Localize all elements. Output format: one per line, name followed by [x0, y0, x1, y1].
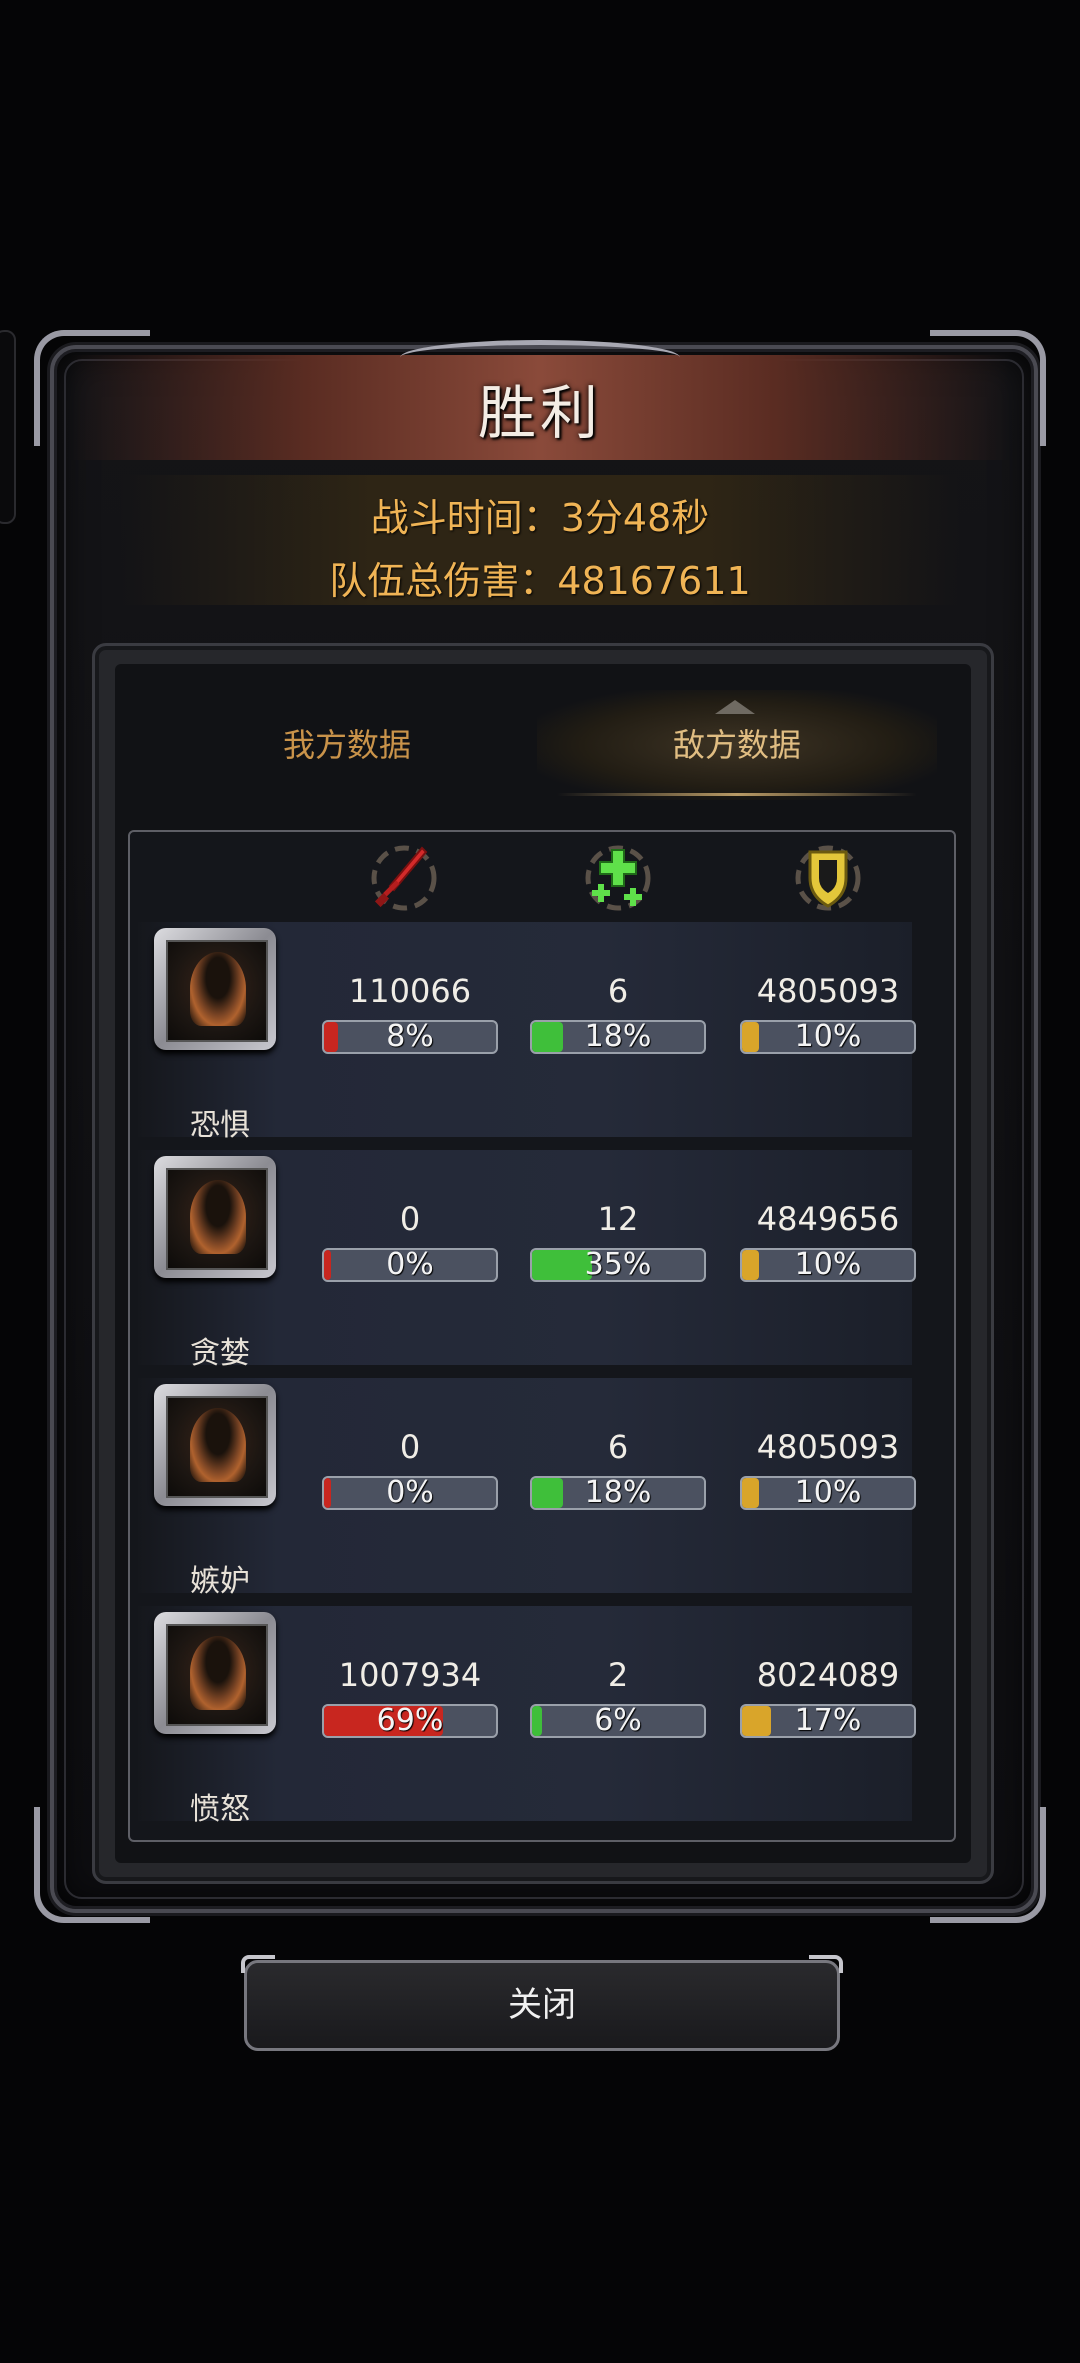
hero-avatar[interactable] [154, 928, 276, 1050]
percent-label: 10% [794, 1476, 862, 1510]
percent-label: 18% [584, 1476, 652, 1510]
stat-value: 0 [399, 1428, 421, 1466]
stat-value: 4805093 [756, 972, 900, 1010]
percent-bar: 6% [530, 1704, 706, 1738]
hero-name: 嫉妒 [190, 1564, 250, 1599]
stat-value: 0 [399, 1200, 421, 1238]
stat-value: 12 [597, 1200, 639, 1238]
stat-value: 2 [607, 1656, 629, 1694]
percent-bar: 0% [322, 1476, 498, 1510]
percent-label: 6% [594, 1704, 642, 1738]
percent-bar: 10% [740, 1248, 916, 1282]
stat-value: 6 [607, 1428, 629, 1466]
percent-bar: 35% [530, 1248, 706, 1282]
stat-value: 8024089 [756, 1656, 900, 1694]
percent-label: 10% [794, 1248, 862, 1282]
battle-result-screen: 胜利 战斗时间：3分48秒 队伍总伤害：48167611 我方数据 敌方数据 恐… [0, 0, 1080, 2363]
stat-value: 4805093 [756, 1428, 900, 1466]
result-title: 胜利 [477, 379, 602, 447]
percent-bar: 10% [740, 1476, 916, 1510]
stat-value: 4849656 [756, 1200, 900, 1238]
shield-icon [795, 845, 861, 911]
percent-label: 69% [376, 1704, 444, 1738]
percent-label: 18% [584, 1020, 652, 1054]
sword-icon [371, 845, 437, 911]
stat-value: 6 [607, 972, 629, 1010]
percent-label: 0% [386, 1476, 434, 1510]
percent-bar: 18% [530, 1020, 706, 1054]
percent-bar: 0% [322, 1248, 498, 1282]
hero-name: 愤怒 [190, 1792, 250, 1827]
hooded-figure-icon [190, 1408, 246, 1482]
hooded-figure-icon [190, 1180, 246, 1254]
hero-avatar[interactable] [154, 1612, 276, 1734]
hero-avatar[interactable] [154, 1384, 276, 1506]
close-button[interactable]: 关闭 [241, 1955, 843, 2051]
percent-bar: 8% [322, 1020, 498, 1054]
hero-name: 贪婪 [190, 1336, 250, 1371]
percent-bar: 69% [322, 1704, 498, 1738]
percent-label: 8% [386, 1020, 434, 1054]
stat-value: 110066 [348, 972, 472, 1010]
tab-active-marker [715, 680, 755, 714]
percent-label: 0% [386, 1248, 434, 1282]
percent-bar: 18% [530, 1476, 706, 1510]
stat-value: 1007934 [338, 1656, 482, 1694]
tab-my-data[interactable]: 我方数据 [147, 690, 547, 800]
team-total-damage: 队伍总伤害：48167611 [329, 559, 751, 603]
hero-avatar[interactable] [154, 1156, 276, 1278]
percent-label: 10% [794, 1020, 862, 1054]
percent-label: 17% [794, 1704, 862, 1738]
percent-bar: 17% [740, 1704, 916, 1738]
hooded-figure-icon [190, 952, 246, 1026]
hero-name: 恐惧 [190, 1108, 250, 1143]
hooded-figure-icon [190, 1636, 246, 1710]
heal-cross-icon [585, 845, 651, 911]
percent-label: 35% [584, 1248, 652, 1282]
percent-bar: 10% [740, 1020, 916, 1054]
battle-time: 战斗时间：3分48秒 [370, 496, 710, 540]
